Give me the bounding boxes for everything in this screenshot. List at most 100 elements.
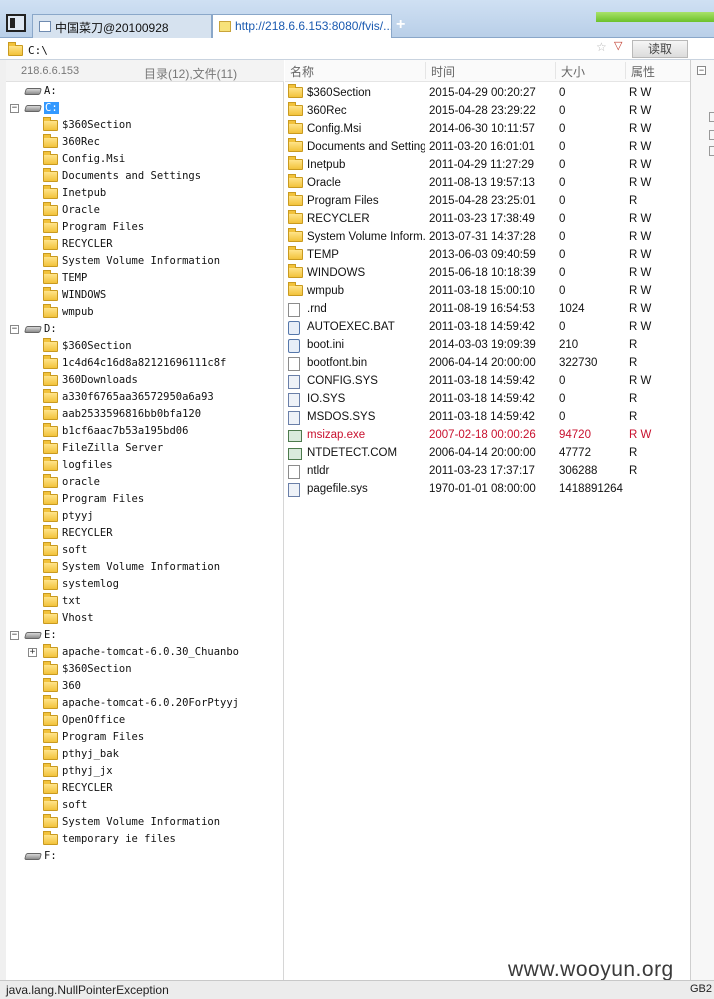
expand-icon[interactable]: + (28, 648, 37, 657)
file-row[interactable]: IO.SYS 2011-03-18 14:59:42 0 R (285, 390, 690, 408)
tree-folder[interactable]: a330f6765aa36572950a6a93 (43, 388, 214, 406)
collapse-icon[interactable]: − (10, 325, 19, 334)
tree-folder[interactable]: wmpub (43, 303, 94, 321)
file-attr: R W (629, 87, 652, 99)
directory-tree[interactable]: A: − C: $360Section 360Rec Config.Msi Document… (6, 82, 284, 980)
tree-folder[interactable]: b1cf6aac7b53a195bd06 (43, 422, 188, 440)
tree-folder[interactable]: 360Rec (43, 133, 100, 151)
tree-drive[interactable]: − C: (10, 100, 59, 117)
tree-folder[interactable]: RECYCLER (43, 524, 113, 542)
file-attr: R W (629, 177, 652, 189)
tree-folder[interactable]: pthyj_bak (43, 745, 119, 763)
tree-drive[interactable]: − E: (10, 627, 57, 644)
tree-folder[interactable]: OpenOffice (43, 711, 125, 729)
file-row[interactable]: 360Rec 2015-04-28 23:29:22 0 R W (285, 102, 690, 120)
path-input[interactable]: C:\ (22, 40, 630, 58)
tree-folder[interactable]: Inetpub (43, 184, 106, 202)
file-row[interactable]: AUTOEXEC.BAT 2011-03-18 14:59:42 0 R W (285, 318, 690, 336)
file-row[interactable]: Oracle 2011-08-13 19:57:13 0 R W (285, 174, 690, 192)
file-row[interactable]: wmpub 2011-03-18 15:00:10 0 R W (285, 282, 690, 300)
file-row[interactable]: Documents and Settings 2011-03-20 16:01:0… (285, 138, 690, 156)
folder-icon (43, 728, 58, 743)
chevron-down-icon[interactable]: ▽ (614, 39, 622, 52)
tree-folder[interactable]: Program Files (43, 218, 144, 236)
tree-folder[interactable]: System Volume Information (43, 558, 220, 576)
file-row[interactable]: boot.ini 2014-03-03 19:09:39 210 R (285, 336, 690, 354)
tree-folder[interactable]: soft (43, 541, 87, 559)
read-button[interactable]: 读取 (632, 40, 688, 58)
file-row[interactable]: System Volume Inform... 2013-07-31 14:37:… (285, 228, 690, 246)
tree-label: wmpub (62, 306, 94, 318)
file-icon (288, 303, 300, 317)
column-attr[interactable]: 属性 (625, 62, 655, 79)
file-row[interactable]: ntldr 2011-03-23 17:37:17 306288 R (285, 462, 690, 480)
app-menu-icon[interactable] (6, 14, 26, 32)
file-row[interactable]: msizap.exe 2007-02-18 00:00:26 94720 R W (285, 426, 690, 444)
tree-folder[interactable]: FileZilla Server (43, 439, 163, 457)
file-row[interactable]: Config.Msi 2014-06-30 10:11:57 0 R W (285, 120, 690, 138)
tree-folder[interactable]: 1c4d64c16d8a82121696111c8f (43, 354, 226, 372)
file-list[interactable]: 名称 时间 大小 属性 $360Section 2015-04-29 00:20:… (285, 60, 690, 980)
file-row[interactable]: NTDETECT.COM 2006-04-14 20:00:00 47772 R (285, 444, 690, 462)
tree-folder[interactable]: aab2533596816bb0bfa120 (43, 405, 201, 423)
tree-folder[interactable]: pthyj_jx (43, 762, 113, 780)
file-size: 0 (559, 195, 566, 207)
tree-folder[interactable]: soft (43, 796, 87, 814)
tree-folder[interactable]: RECYCLER (43, 235, 113, 253)
tree-folder[interactable]: oracle (43, 473, 100, 491)
tab-home[interactable]: 中国菜刀@20100928 (32, 14, 212, 38)
tree-folder[interactable]: systemlog (43, 575, 119, 593)
tree-folder[interactable]: + apache-tomcat-6.0.30_Chuanbo (28, 643, 239, 661)
file-time: 2014-06-30 10:11:57 (429, 123, 535, 135)
tree-folder[interactable]: logfiles (43, 456, 113, 474)
tree-folder[interactable]: 360 (43, 677, 81, 695)
tree-folder[interactable]: $360Section (43, 660, 132, 678)
tree-folder[interactable]: $360Section (43, 116, 132, 134)
file-row[interactable]: RECYCLER 2011-03-23 17:38:49 0 R W (285, 210, 690, 228)
file-name: Inetpub (307, 159, 346, 171)
file-size: 0 (559, 231, 566, 243)
file-row[interactable]: Inetpub 2011-04-29 11:27:29 0 R W (285, 156, 690, 174)
tree-folder[interactable]: System Volume Information (43, 252, 220, 270)
tree-folder[interactable]: 360Downloads (43, 371, 138, 389)
tree-folder[interactable]: Program Files (43, 490, 144, 508)
collapse-icon[interactable]: − (697, 66, 706, 75)
tab-file-manager[interactable]: http://218.6.6.153:8080/fvis/... (212, 14, 392, 38)
folder-icon (43, 558, 58, 573)
folder-icon (43, 252, 58, 267)
file-row[interactable]: bootfont.bin 2006-04-14 20:00:00 322730 R (285, 354, 690, 372)
tree-folder[interactable]: ptyyj (43, 507, 94, 525)
tree-folder[interactable]: $360Section (43, 337, 132, 355)
tree-folder[interactable]: TEMP (43, 269, 87, 287)
tree-folder[interactable]: System Volume Information (43, 813, 220, 831)
file-row[interactable]: pagefile.sys 1970-01-01 08:00:00 141889126… (285, 480, 690, 498)
file-row[interactable]: TEMP 2013-06-03 09:40:59 0 R W (285, 246, 690, 264)
file-row[interactable]: Program Files 2015-04-28 23:25:01 0 R (285, 192, 690, 210)
right-panel: − (690, 60, 714, 980)
column-time[interactable]: 时间 (425, 62, 455, 79)
tree-drive[interactable]: F: (24, 848, 57, 865)
collapse-icon[interactable]: − (10, 104, 19, 113)
column-size[interactable]: 大小 (555, 62, 585, 79)
file-row[interactable]: CONFIG.SYS 2011-03-18 14:59:42 0 R W (285, 372, 690, 390)
tree-folder[interactable]: Vhost (43, 609, 94, 627)
tree-folder[interactable]: Documents and Settings (43, 167, 201, 185)
tree-folder[interactable]: RECYCLER (43, 779, 113, 797)
tree-folder[interactable]: txt (43, 592, 81, 610)
star-icon[interactable]: ☆ (596, 40, 607, 54)
tree-drive[interactable]: A: (24, 83, 57, 100)
tree-folder[interactable]: apache-tomcat-6.0.20ForPtyyj (43, 694, 239, 712)
tree-folder[interactable]: WINDOWS (43, 286, 106, 304)
file-row[interactable]: .rnd 2011-08-19 16:54:53 1024 R W (285, 300, 690, 318)
file-row[interactable]: $360Section 2015-04-29 00:20:27 0 R W (285, 84, 690, 102)
tree-drive[interactable]: − D: (10, 321, 57, 338)
tree-folder[interactable]: Config.Msi (43, 150, 125, 168)
file-row[interactable]: MSDOS.SYS 2011-03-18 14:59:42 0 R (285, 408, 690, 426)
new-tab-button[interactable]: + (396, 16, 405, 34)
file-row[interactable]: WINDOWS 2015-06-18 10:18:39 0 R W (285, 264, 690, 282)
tree-folder[interactable]: Program Files (43, 728, 144, 746)
collapse-icon[interactable]: − (10, 631, 19, 640)
tree-folder[interactable]: temporary ie files (43, 830, 176, 848)
tree-folder[interactable]: Oracle (43, 201, 100, 219)
column-name[interactable]: 名称 (285, 62, 314, 79)
